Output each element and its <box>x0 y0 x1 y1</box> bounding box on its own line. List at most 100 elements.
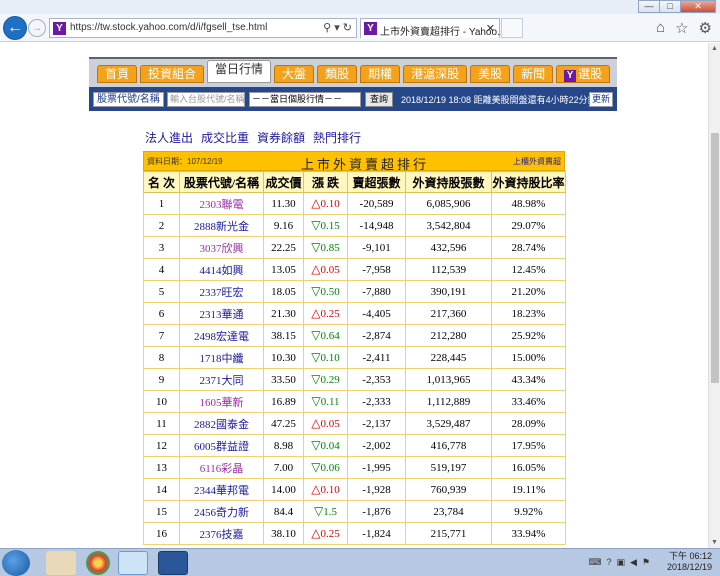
column-header: 名 次 <box>143 171 180 193</box>
change-cell: △0.05 <box>303 412 348 435</box>
sublink-margin[interactable]: 資券餘額 <box>257 129 305 146</box>
nav-tab[interactable]: 當日行情 <box>207 60 272 83</box>
sell-cell: -1,928 <box>347 478 406 501</box>
stock-link[interactable]: 2456奇力新 <box>179 500 264 523</box>
favorites-star-icon[interactable]: ☆ <box>675 19 688 37</box>
column-header: 成交價 <box>263 171 304 193</box>
nav-tab[interactable]: 港滬深股 <box>403 65 468 83</box>
nav-tab[interactable]: Y 選股 <box>556 65 611 83</box>
stock-link[interactable]: 3037欣興 <box>179 236 264 259</box>
nav-tab[interactable]: 期權 <box>360 65 401 83</box>
sublink-institutional[interactable]: 法人進出 <box>145 129 193 146</box>
stock-name: 國泰金 <box>216 418 249 431</box>
tray-keyboard-icon[interactable]: ⌨ <box>588 557 601 568</box>
stock-search-input[interactable]: 輸入台股代號/名稱 <box>167 92 245 107</box>
ratio-cell: 28.74% <box>491 236 566 259</box>
nav-tab[interactable]: 首頁 <box>97 65 138 83</box>
hold-cell: 3,529,487 <box>405 412 492 435</box>
stock-link[interactable]: 2888新光金 <box>179 214 264 237</box>
close-window-button[interactable]: ✕ <box>680 0 716 13</box>
nav-tab[interactable]: 投資組合 <box>140 65 205 83</box>
stock-link[interactable]: 2371大同 <box>179 368 264 391</box>
rank-cell: 1 <box>143 192 180 215</box>
tray-volume-icon[interactable]: ◀ <box>630 557 637 568</box>
browser-toolbar-icons: ⌂ ☆ ⚙ <box>656 19 712 37</box>
close-tab-icon[interactable]: ✕ <box>486 22 495 35</box>
stock-link[interactable]: 2313華通 <box>179 302 264 325</box>
stock-link[interactable]: 6005群益證 <box>179 434 264 457</box>
stock-link[interactable]: 2344華邦電 <box>179 478 264 501</box>
stock-link[interactable]: 1605華新 <box>179 390 264 413</box>
hold-cell: 112,539 <box>405 258 492 281</box>
sublink-volume-share[interactable]: 成交比重 <box>201 129 249 146</box>
stock-name: 群益證 <box>216 440 249 453</box>
rank-cell: 2 <box>143 214 180 237</box>
rank-cell: 5 <box>143 280 180 303</box>
query-button[interactable]: 查詢 <box>365 92 393 107</box>
refresh-button[interactable]: 更新 <box>589 92 613 107</box>
ratio-cell: 15.00% <box>491 346 566 369</box>
scroll-thumb[interactable] <box>711 133 719 383</box>
sublink-popular[interactable]: 熱門排行 <box>313 129 361 146</box>
nav-tab-label: 大盤 <box>282 67 307 81</box>
internet-explorer-icon[interactable] <box>118 551 148 575</box>
table-title: 上市外資賣超排行 <box>301 157 430 172</box>
back-button[interactable]: ← <box>3 16 27 40</box>
price-cell: 38.10 <box>263 522 304 545</box>
stock-link[interactable]: 2337旺宏 <box>179 280 264 303</box>
chrome-icon[interactable] <box>86 551 110 575</box>
scroll-up-icon[interactable]: ▲ <box>711 45 718 52</box>
address-bar[interactable]: Y https://tw.stock.yahoo.com/d/i/fgsell_… <box>49 18 357 38</box>
nav-tab[interactable]: 類股 <box>317 65 358 83</box>
quote-type-dropdown[interactable]: －－當日個股行情－－ <box>249 92 361 107</box>
stock-link[interactable]: 4414如興 <box>179 258 264 281</box>
window-titlebar: — □ ✕ <box>0 0 720 14</box>
stock-link[interactable]: 1718中纖 <box>179 346 264 369</box>
stock-name: 彩晶 <box>221 462 244 475</box>
stock-link[interactable]: 6116彩晶 <box>179 456 264 479</box>
tray-flag-icon[interactable]: ⚑ <box>642 557 650 568</box>
otc-sell-link[interactable]: 上櫃外資賣超 <box>513 156 561 167</box>
stock-link[interactable]: 2498宏達電 <box>179 324 264 347</box>
scroll-down-icon[interactable]: ▼ <box>711 539 718 546</box>
ratio-cell: 19.11% <box>491 478 566 501</box>
address-controls[interactable]: ⚲ ▾ ↻ <box>323 21 352 34</box>
word-icon[interactable] <box>158 551 188 575</box>
table-row: 7 2498宏達電 38.15 ▽0.64 -2,874 212,280 25.92% <box>143 324 566 347</box>
hold-cell: 3,542,804 <box>405 214 492 237</box>
nav-tab[interactable]: 新聞 <box>513 65 554 83</box>
stock-code: 2313 <box>199 308 222 321</box>
change-value: 0.10 <box>320 352 340 364</box>
stock-link[interactable]: 2303聯電 <box>179 192 264 215</box>
nav-tab[interactable]: 美股 <box>470 65 511 83</box>
paint-app-icon[interactable] <box>46 551 76 575</box>
url-text[interactable]: https://tw.stock.yahoo.com/d/i/fgsell_ts… <box>70 22 267 33</box>
new-tab-button[interactable] <box>501 18 523 38</box>
nav-tab-label: 類股 <box>325 67 350 81</box>
stock-code: 2303 <box>199 198 222 211</box>
stock-link[interactable]: 2882國泰金 <box>179 412 264 435</box>
settings-gear-icon[interactable]: ⚙ <box>699 19 712 37</box>
nav-tab[interactable]: 大盤 <box>274 65 315 83</box>
price-cell: 84.4 <box>263 500 304 523</box>
ratio-cell: 29.07% <box>491 214 566 237</box>
vertical-scrollbar[interactable]: ▲ ▼ <box>708 43 720 548</box>
tray-help-icon[interactable]: ? <box>606 557 611 568</box>
maximize-button[interactable]: □ <box>659 0 681 13</box>
hold-cell: 215,771 <box>405 522 492 545</box>
clock[interactable]: 下午 06:12 2018/12/19 <box>667 551 712 573</box>
change-cell: △0.25 <box>303 522 348 545</box>
forward-button[interactable]: → <box>28 19 46 37</box>
stock-link[interactable]: 2376技嘉 <box>179 522 264 545</box>
minimize-button[interactable]: — <box>638 0 660 13</box>
stock-code: 6116 <box>199 462 222 475</box>
start-button[interactable] <box>2 550 30 576</box>
browser-tab[interactable]: Y 上市外資賣超排行 - Yahoo... ✕ <box>360 18 505 38</box>
rank-cell: 12 <box>143 434 180 457</box>
stock-code-select[interactable]: 股票代號/名稱 <box>93 92 164 107</box>
table-row: 12 6005群益證 8.98 ▽0.04 -2,002 416,778 17.95% <box>143 434 566 457</box>
stock-code: 2456 <box>194 506 216 519</box>
window-controls: — □ ✕ <box>638 0 716 13</box>
tray-network-icon[interactable]: ▣ <box>616 557 625 568</box>
home-icon[interactable]: ⌂ <box>656 19 665 37</box>
